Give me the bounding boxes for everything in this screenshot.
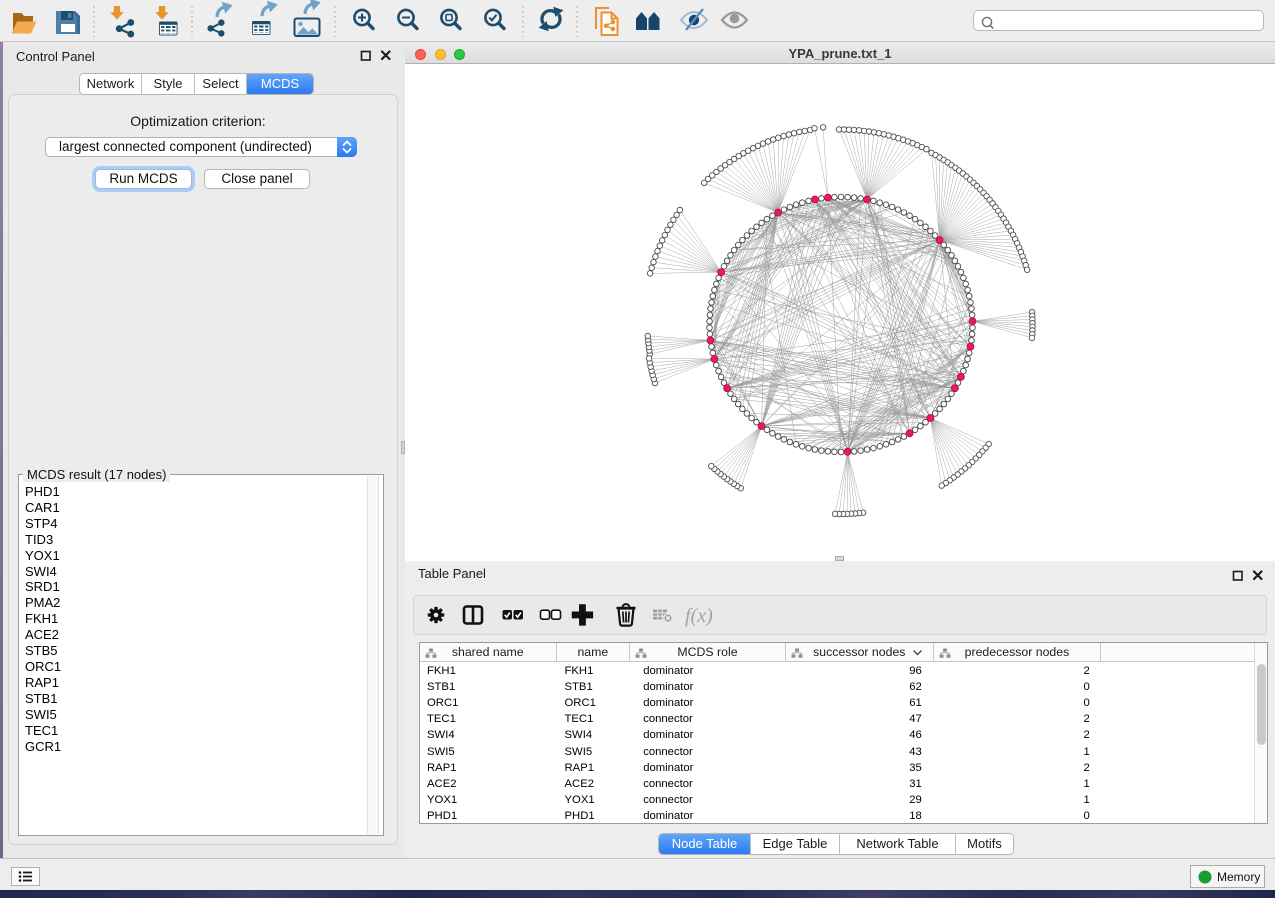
svg-text:f(x): f(x) <box>685 605 713 627</box>
